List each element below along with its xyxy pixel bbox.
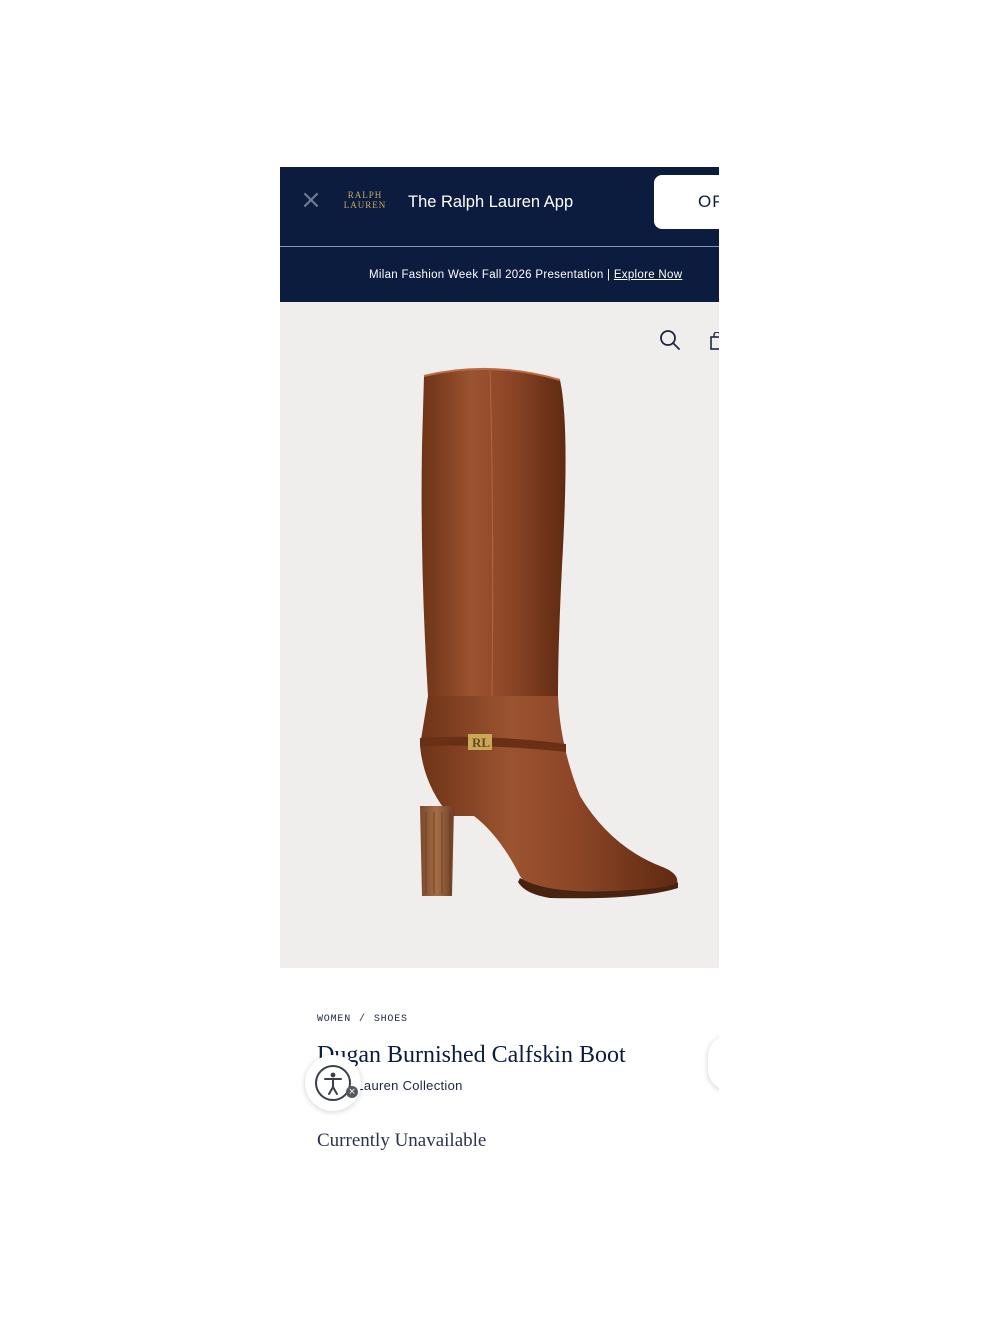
breadcrumb-separator: / <box>359 1014 366 1025</box>
availability-status: Currently Unavailable <box>317 1130 487 1151</box>
accessibility-button[interactable]: × <box>305 1055 361 1111</box>
product-title: Dugan Burnished Calfskin Boot <box>317 1042 626 1068</box>
app-download-banner: × RALPH LAUREN The Ralph Lauren App OPEN <box>280 167 719 246</box>
explore-now-link[interactable]: Explore Now <box>614 269 683 281</box>
logo-line-1: RALPH <box>347 190 383 200</box>
accessibility-dismiss-icon[interactable]: × <box>346 1086 358 1098</box>
product-info: WOMEN / SHOES Dugan Burnished Calfskin Boo… <box>280 968 719 1166</box>
breadcrumb: WOMEN / SHOES <box>317 1014 408 1025</box>
app-banner-title: The Ralph Lauren App <box>408 193 574 211</box>
floating-action-button[interactable] <box>708 1036 719 1090</box>
breadcrumb-women[interactable]: WOMEN <box>317 1014 351 1025</box>
search-icon[interactable] <box>658 328 682 352</box>
logo-line-2: LAUREN <box>343 200 387 210</box>
promo-text: Milan Fashion Week Fall 2026 Presentatio… <box>369 269 614 281</box>
phone-screen: × RALPH LAUREN The Ralph Lauren App OPEN… <box>280 167 719 1166</box>
shopping-bag-icon[interactable] <box>709 332 719 350</box>
svg-text:RL: RL <box>472 735 490 750</box>
open-app-button[interactable]: OPEN <box>654 175 719 229</box>
ralph-lauren-logo: RALPH LAUREN <box>338 190 392 214</box>
promo-bar: Milan Fashion Week Fall 2026 Presentatio… <box>280 247 719 302</box>
product-image-area: RL <box>280 302 719 968</box>
boot-product-image: RL <box>420 367 678 899</box>
close-icon[interactable]: × <box>300 187 322 213</box>
accessibility-icon-ring <box>315 1065 351 1101</box>
breadcrumb-shoes[interactable]: SHOES <box>374 1014 408 1025</box>
accessibility-icon <box>324 1072 342 1095</box>
